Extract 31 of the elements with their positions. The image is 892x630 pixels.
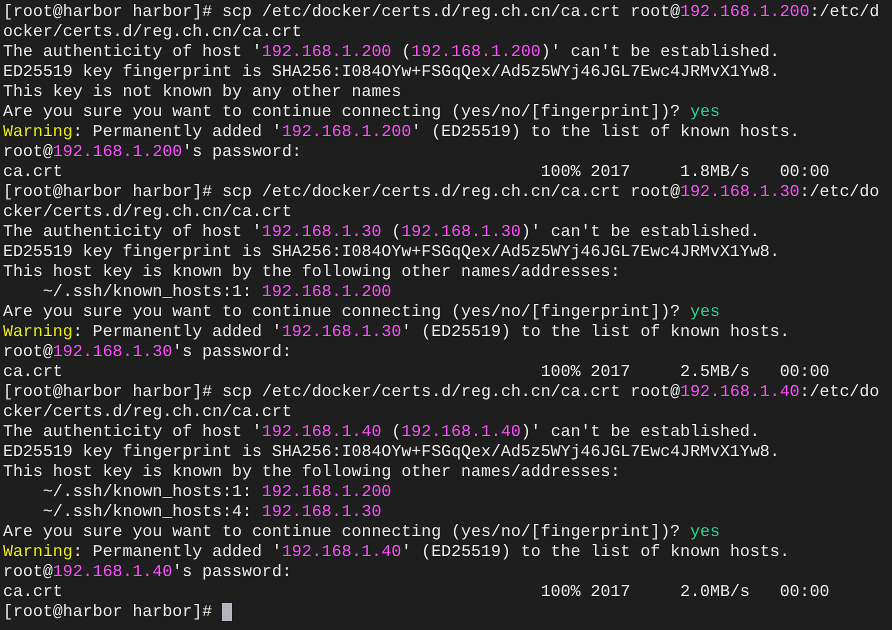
terminal-line: [root@harbor harbor]# scp /etc/docker/certs.d/reg.ch.cn/ca.crt root@192.168.1.30:/etc/do	[3, 182, 880, 202]
terminal-line: cker/certs.d/reg.ch.cn/ca.crt	[3, 202, 292, 222]
terminal-line: Are you sure you want to continue connecting (yes/no/[fingerprint])? yes	[3, 302, 720, 322]
terminal-line: ED25519 key fingerprint is SHA256:I084OYw+FSGqQex/Ad5z5WYj46JGL7Ewc4JRMvX1Yw8.	[3, 442, 780, 462]
terminal-line: Are you sure you want to continue connecting (yes/no/[fingerprint])? yes	[3, 522, 720, 542]
terminal-line: This key is not known by any other names	[3, 82, 402, 102]
terminal-line: ca.crt 100% 2017 1.8MB/s 00:00	[3, 162, 830, 182]
terminal-line: The authenticity of host '192.168.1.200 (192.168.1.200)' can't be established.	[3, 42, 780, 62]
terminal-line: ca.crt 100% 2017 2.5MB/s 00:00	[3, 362, 830, 382]
terminal-line: Warning: Permanently added '192.168.1.40' (ED25519) to the list of known hosts.	[3, 542, 790, 562]
terminal-line: The authenticity of host '192.168.1.30 (192.168.1.30)' can't be established.	[3, 222, 760, 242]
terminal-line: root@192.168.1.200's password:	[3, 142, 302, 162]
terminal-line: Warning: Permanently added '192.168.1.200' (ED25519) to the list of known hosts.	[3, 122, 800, 142]
terminal-line: ~/.ssh/known_hosts:4: 192.168.1.30	[42, 502, 382, 522]
terminal-line: root@192.168.1.30's password:	[3, 342, 292, 362]
terminal-line: ca.crt 100% 2017 2.0MB/s 00:00	[3, 582, 830, 602]
terminal-line: Warning: Permanently added '192.168.1.30' (ED25519) to the list of known hosts.	[3, 322, 790, 342]
terminal-line: ED25519 key fingerprint is SHA256:I084OYw+FSGqQex/Ad5z5WYj46JGL7Ewc4JRMvX1Yw8.	[3, 62, 780, 82]
terminal-line: This host key is known by the following other names/addresses:	[3, 262, 620, 282]
terminal-line: ED25519 key fingerprint is SHA256:I084OYw+FSGqQex/Ad5z5WYj46JGL7Ewc4JRMvX1Yw8.	[3, 242, 780, 262]
terminal-line: root@192.168.1.40's password:	[3, 562, 292, 582]
terminal-line: [root@harbor harbor]# scp /etc/docker/certs.d/reg.ch.cn/ca.crt root@192.168.1.200:/etc/d	[3, 2, 880, 22]
terminal-line: ~/.ssh/known_hosts:1: 192.168.1.200	[42, 282, 392, 302]
terminal-line: The authenticity of host '192.168.1.40 (192.168.1.40)' can't be established.	[3, 422, 760, 442]
terminal-line: cker/certs.d/reg.ch.cn/ca.crt	[3, 402, 292, 422]
terminal-line: Are you sure you want to continue connecting (yes/no/[fingerprint])? yes	[3, 102, 720, 122]
terminal-line: [root@harbor harbor]#	[3, 602, 232, 622]
terminal-line: ~/.ssh/known_hosts:1: 192.168.1.200	[42, 482, 392, 502]
terminal-line: This host key is known by the following other names/addresses:	[3, 462, 620, 482]
terminal-line: ocker/certs.d/reg.ch.cn/ca.crt	[3, 22, 302, 42]
terminal-line: [root@harbor harbor]# scp /etc/docker/certs.d/reg.ch.cn/ca.crt root@192.168.1.40:/etc/do	[3, 382, 880, 402]
